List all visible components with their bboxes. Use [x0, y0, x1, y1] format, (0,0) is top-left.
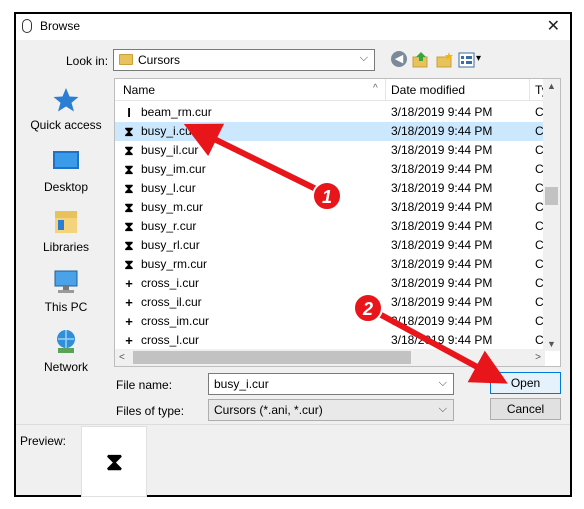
annotation-layer: 1 2 [183, 123, 508, 384]
arrow-to-open [370, 307, 508, 384]
annotation-badge-1: 1 [312, 181, 342, 211]
annotation-badge-2: 2 [353, 293, 383, 323]
svg-text:2: 2 [362, 299, 373, 319]
arrow-to-file [183, 123, 320, 193]
svg-text:1: 1 [322, 187, 332, 207]
